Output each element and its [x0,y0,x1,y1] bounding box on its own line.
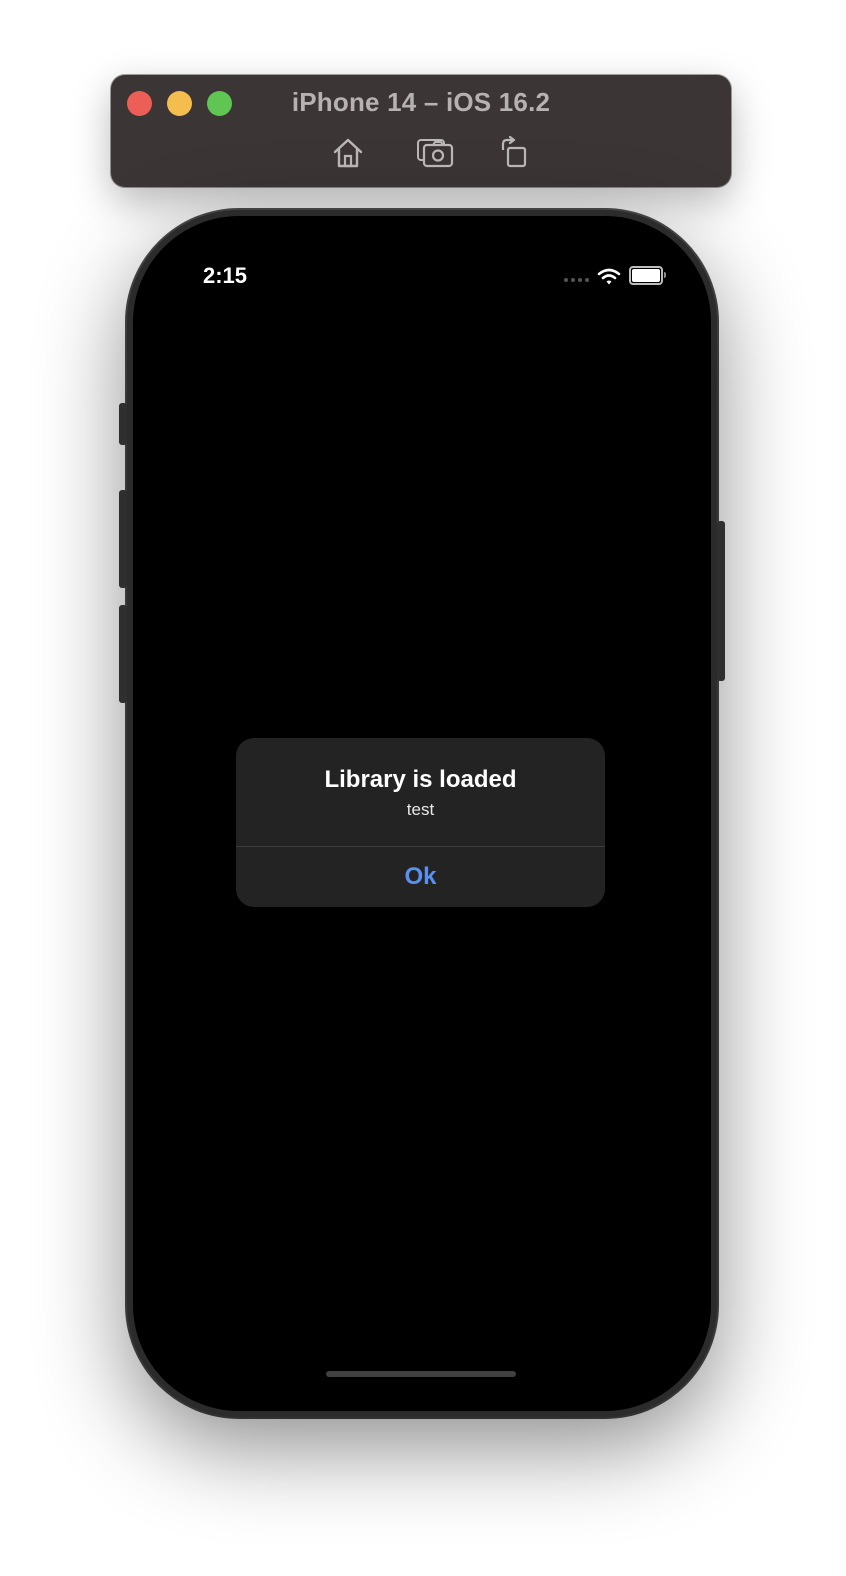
simulator-titlebar: iPhone 14 – iOS 16.2 [111,75,731,187]
alert-ok-button[interactable]: Ok [236,847,605,907]
volume-down-button[interactable] [119,605,127,703]
home-icon [333,138,363,168]
alert-dialog: Library is loaded test Ok [236,738,605,907]
status-icons [564,266,666,285]
battery-icon [629,266,666,285]
cellular-signal-icon [564,277,589,282]
status-time: 2:15 [203,263,248,288]
wifi-icon [597,268,621,284]
alert-title: Library is loaded [324,766,517,793]
volume-up-button[interactable] [119,490,127,588]
window-title: iPhone 14 – iOS 16.2 [291,87,551,117]
silent-switch [119,403,127,445]
side-power-button[interactable] [717,521,725,681]
alert-message: test [406,800,435,819]
home-button[interactable] [328,133,368,173]
home-indicator[interactable] [326,1371,516,1377]
rotate-icon [501,136,527,168]
iphone-device-frame: 2:15 Library is loaded test Ok [119,210,725,1417]
rotate-button[interactable] [494,133,534,173]
screenshot-icon [417,139,454,168]
screenshot-button[interactable] [415,133,455,173]
device-screen: 2:15 Library is loaded test Ok [133,216,711,1411]
